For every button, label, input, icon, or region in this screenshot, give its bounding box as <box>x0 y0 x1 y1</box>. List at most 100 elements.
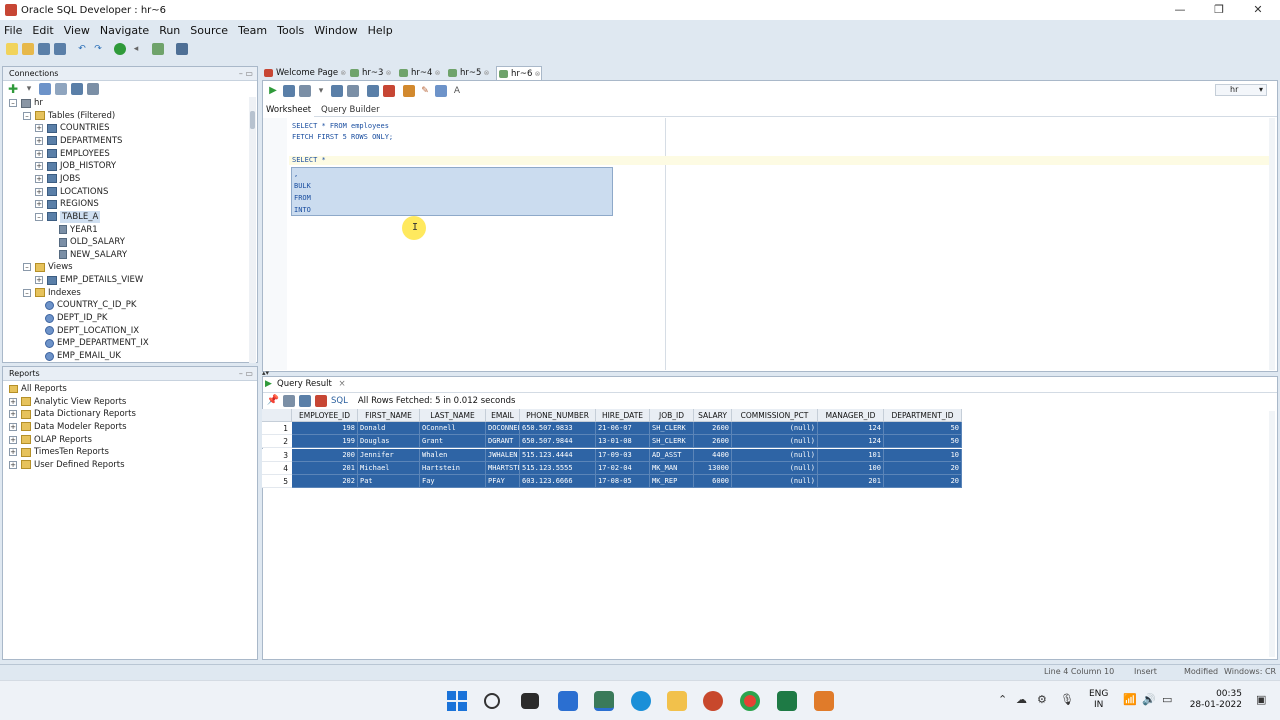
autocomplete-option[interactable]: FROM <box>294 194 311 202</box>
grid-cell[interactable]: 20 <box>884 461 962 475</box>
autotrace-icon[interactable] <box>367 85 379 97</box>
format-icon[interactable] <box>435 85 447 97</box>
editor-tab[interactable]: hr~5 ⊗ <box>446 66 492 80</box>
editor-scrollbar[interactable] <box>1269 118 1275 370</box>
column-header[interactable]: MANAGER_ID <box>818 409 884 422</box>
edge-icon[interactable] <box>631 691 651 711</box>
filter-icon[interactable] <box>55 83 67 95</box>
tree-node[interactable]: YEAR1 <box>59 224 98 236</box>
tree-node[interactable]: – TABLE_A <box>35 210 101 223</box>
menu-team[interactable]: Team <box>238 24 267 37</box>
grid-cell[interactable]: (null) <box>732 475 818 489</box>
migrate-icon[interactable] <box>152 42 164 55</box>
close-tab-icon[interactable]: ⊗ <box>432 69 441 77</box>
column-header[interactable]: FIRST_NAME <box>358 409 420 422</box>
expand-icon[interactable]: + <box>9 410 17 419</box>
row-number[interactable]: 3 <box>262 448 292 462</box>
grid-cell[interactable]: 201 <box>818 475 884 489</box>
column-header[interactable]: HIRE_DATE <box>596 409 650 422</box>
report-item[interactable]: + TimesTen Reports <box>9 446 109 458</box>
row-number[interactable]: 4 <box>262 461 292 475</box>
grid-cell[interactable]: (null) <box>732 422 818 435</box>
grid-cell[interactable]: 650.507.9833 <box>520 422 596 435</box>
grid-cell[interactable]: 124 <box>818 422 884 435</box>
scrollbar-thumb[interactable] <box>250 111 255 129</box>
row-number[interactable]: 5 <box>262 475 292 489</box>
run-script-icon[interactable] <box>283 85 295 97</box>
menu-window[interactable]: Window <box>314 24 357 37</box>
grid-cell[interactable]: OConnell <box>420 422 486 435</box>
tree-node[interactable]: OLD_SALARY <box>59 236 125 248</box>
dropdown-icon[interactable]: ▾ <box>315 85 327 97</box>
back-icon[interactable]: ◂ <box>130 43 142 55</box>
menu-source[interactable]: Source <box>190 24 228 37</box>
grid-cell[interactable]: (null) <box>732 448 818 462</box>
tree-node[interactable]: – Indexes <box>23 287 81 299</box>
column-header[interactable]: EMPLOYEE_ID <box>292 409 358 422</box>
grid-cell[interactable]: Grant <box>420 435 486 449</box>
new-file-icon[interactable] <box>6 42 18 55</box>
grid-cell[interactable]: 200 <box>292 448 358 462</box>
row-number[interactable]: 2 <box>262 435 292 449</box>
expand-icon[interactable]: + <box>35 149 43 158</box>
tree-node[interactable]: – Tables (Filtered) <box>23 110 115 122</box>
menu-run[interactable]: Run <box>159 24 180 37</box>
grid-cell[interactable]: 13-01-08 <box>596 435 650 449</box>
save-icon[interactable] <box>38 42 50 55</box>
tree-node[interactable]: + COUNTRIES <box>35 122 110 134</box>
tree-node[interactable]: + JOB_HISTORY <box>35 160 116 172</box>
expand-icon[interactable]: + <box>9 397 17 406</box>
sql-history-icon[interactable] <box>403 85 415 97</box>
autocomplete-option[interactable]: BULK <box>294 182 311 190</box>
grid-cell[interactable]: 50 <box>884 422 962 435</box>
row-number[interactable]: 1 <box>262 422 292 435</box>
expand-icon[interactable]: + <box>35 276 43 285</box>
task-view-icon[interactable] <box>521 693 539 709</box>
autocomplete-popup[interactable]: , BULK FROM INTO <box>291 167 613 216</box>
grid-cell[interactable]: PFAY <box>486 475 520 489</box>
redo-icon[interactable]: ↷ <box>92 43 104 55</box>
report-item[interactable]: + Analytic View Reports <box>9 396 126 408</box>
editor-tab[interactable]: hr~3 ⊗ <box>348 66 394 80</box>
close-tab-icon[interactable]: ⊗ <box>383 69 392 77</box>
collapse-icon[interactable]: – <box>23 263 31 272</box>
grid-cell[interactable]: 603.123.6666 <box>520 475 596 489</box>
tab-query-builder[interactable]: Query Builder <box>321 103 380 117</box>
grid-cell[interactable]: Michael <box>358 461 420 475</box>
collapse-icon[interactable]: – <box>23 111 31 120</box>
widgets-icon[interactable] <box>558 691 578 711</box>
run-statement-icon[interactable]: ▶ <box>267 85 279 97</box>
tree-node[interactable]: EMP_EMAIL_UK <box>45 350 121 362</box>
print-icon[interactable] <box>283 394 295 407</box>
tree-node[interactable]: DEPT_LOCATION_IX <box>45 325 139 337</box>
expand-icon[interactable]: + <box>9 460 17 469</box>
grid-cell[interactable]: 17-02-04 <box>596 461 650 475</box>
excel-icon[interactable] <box>777 691 797 711</box>
maximize-icon[interactable]: ❐ <box>1211 2 1227 18</box>
grid-cell[interactable]: 4400 <box>694 448 732 462</box>
sql-worksheet-icon[interactable] <box>176 42 188 55</box>
menu-view[interactable]: View <box>64 24 90 37</box>
file-explorer-icon[interactable] <box>667 691 687 711</box>
grid-cell[interactable]: MK_REP <box>650 475 694 489</box>
close-tab-icon[interactable]: ⊗ <box>532 70 541 78</box>
column-header[interactable]: SALARY <box>694 409 732 422</box>
run-icon[interactable] <box>114 42 126 55</box>
expand-icon[interactable]: + <box>35 174 43 183</box>
grid-cell[interactable]: 124 <box>818 435 884 449</box>
wifi-icon[interactable]: 📶 <box>1123 693 1137 706</box>
grid-cell[interactable]: (null) <box>732 435 818 449</box>
expand-icon[interactable]: + <box>35 162 43 171</box>
column-header[interactable]: COMMISSION_PCT <box>732 409 818 422</box>
menu-tools[interactable]: Tools <box>277 24 304 37</box>
expand-icon[interactable]: + <box>35 187 43 196</box>
grid-cell[interactable]: Hartstein <box>420 461 486 475</box>
connection-selector[interactable]: hr ▾ <box>1215 84 1267 96</box>
grid-cell[interactable]: 6000 <box>694 475 732 489</box>
grid-cell[interactable]: Douglas <box>358 435 420 449</box>
grid-cell[interactable]: JWHALEN <box>486 448 520 462</box>
powerpoint-icon[interactable] <box>703 691 723 711</box>
grid-cell[interactable]: 13000 <box>694 461 732 475</box>
commit-icon[interactable] <box>299 85 311 97</box>
tab-worksheet[interactable]: Worksheet <box>263 103 315 117</box>
